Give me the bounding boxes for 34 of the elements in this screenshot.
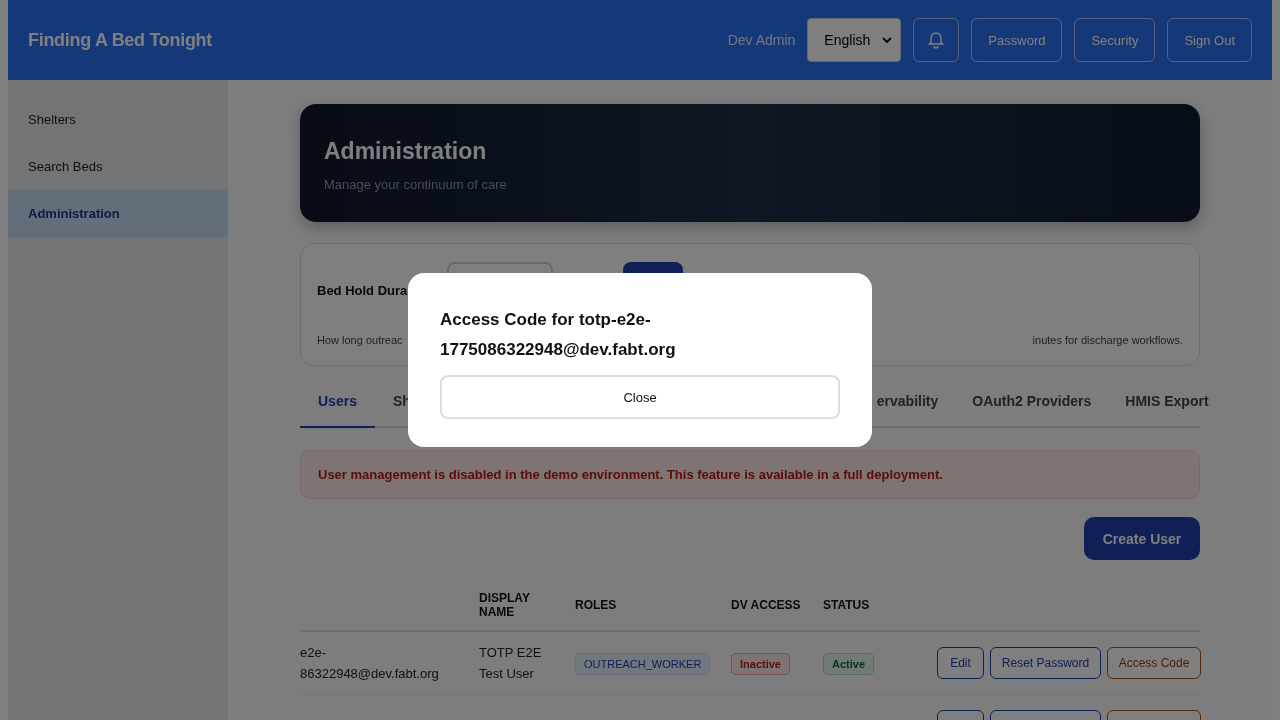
language-select[interactable]: English bbox=[807, 18, 902, 62]
table-cell-text: TOTP E2E Test User bbox=[479, 644, 543, 683]
header-button[interactable]: Password bbox=[971, 18, 1063, 62]
tab[interactable]: HMIS Export bbox=[1125, 376, 1209, 428]
row-action-button[interactable]: Reset Password bbox=[990, 647, 1101, 679]
column-header: DV ACCESS bbox=[731, 598, 801, 612]
setting-label: Bed Hold Dura bbox=[317, 282, 409, 298]
alert-message: User management is disabled in the demo environment. This feature is available in a full deployment. bbox=[300, 450, 1200, 499]
column-header: ROLES bbox=[575, 598, 618, 612]
sidebar-item[interactable]: Administration bbox=[8, 190, 228, 237]
page-subtitle: Manage your continuum of care bbox=[324, 177, 508, 192]
header-button[interactable]: Sign Out bbox=[1167, 18, 1252, 62]
column-header: STATUS bbox=[823, 598, 871, 612]
app-title: Finding A Bed Tonight bbox=[28, 29, 212, 51]
page-title: Administration bbox=[324, 138, 488, 165]
setting-help: inutes for discharge workflows. bbox=[1032, 334, 1183, 346]
sidebar-item[interactable]: Shelters bbox=[8, 96, 228, 143]
row-action-button[interactable]: Edit bbox=[937, 647, 984, 679]
close-button[interactable]: Close bbox=[440, 375, 840, 419]
tab[interactable]: ervability bbox=[876, 376, 939, 428]
status-badge: Active bbox=[823, 652, 875, 675]
role-badge: OUTREACH_WORKER bbox=[575, 652, 711, 675]
tab[interactable]: OAuth2 Providers bbox=[972, 376, 1092, 428]
table-cell-text: e2e- 86322948@dev.fabt.org bbox=[300, 644, 439, 683]
header-button[interactable]: Security bbox=[1074, 18, 1156, 62]
create-user-button[interactable]: Create User bbox=[1084, 517, 1200, 560]
tab[interactable]: Users bbox=[300, 376, 375, 428]
column-header: DISPLAY NAME bbox=[479, 591, 531, 619]
modal-title: Access Code for totp-e2e-1775086322948@dev.fabt.org bbox=[440, 309, 677, 361]
user-name: Dev Admin bbox=[727, 32, 796, 48]
dv-access-badge: Inactive bbox=[731, 652, 790, 675]
row-action-button[interactable]: Access Code bbox=[1107, 647, 1201, 679]
sidebar-item[interactable]: Search Beds bbox=[8, 143, 228, 190]
setting-help: How long outreac bbox=[317, 334, 403, 346]
